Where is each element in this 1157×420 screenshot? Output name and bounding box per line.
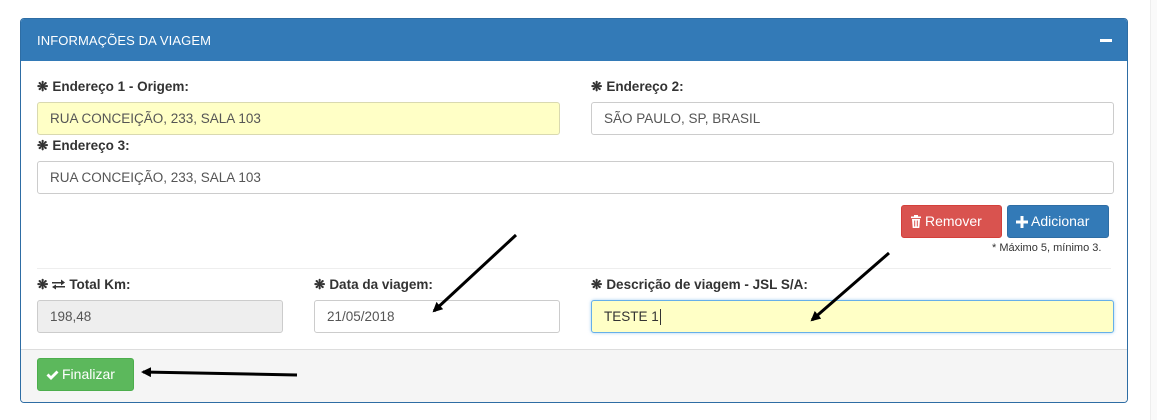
data-viagem-input[interactable]: 21/05/2018 xyxy=(314,300,560,333)
required-icon: ❋ xyxy=(37,138,49,153)
page-scrollbar[interactable] xyxy=(1150,0,1157,420)
required-icon: ❋ xyxy=(37,79,49,94)
adicionar-label: Adicionar xyxy=(1031,213,1090,229)
panel-footer: Finalizar xyxy=(21,349,1127,402)
descricao-value: TESTE 1 xyxy=(604,309,659,324)
descricao-label: ❋ Descrição de viagem - JSL S/A: xyxy=(591,277,808,292)
required-icon: ❋ xyxy=(314,277,326,292)
address-count-note: * Máximo 5, mínimo 3. xyxy=(992,242,1102,254)
endereco1-input[interactable]: RUA CONCEIÇÃO, 233, SALA 103 xyxy=(37,102,560,135)
section-divider xyxy=(37,268,1111,269)
trip-info-panel: INFORMAÇÕES DA VIAGEM ❋ Endereço 1 - Orig… xyxy=(20,18,1128,403)
plus-icon xyxy=(1016,216,1028,228)
panel-heading: INFORMAÇÕES DA VIAGEM xyxy=(21,19,1127,61)
endereco2-input[interactable]: SÃO PAULO, SP, BRASIL xyxy=(591,102,1114,135)
required-icon: ❋ xyxy=(591,79,603,94)
minus-icon[interactable] xyxy=(1099,33,1113,47)
endereco3-label: ❋ Endereço 3: xyxy=(37,138,130,153)
total-km-label: ❋ Total Km: xyxy=(37,277,131,292)
trash-icon xyxy=(911,215,921,228)
exchange-icon xyxy=(52,279,66,290)
remover-button[interactable]: Remover xyxy=(901,205,1002,238)
endereco2-label: ❋ Endereço 2: xyxy=(591,79,684,94)
required-icon: ❋ xyxy=(37,277,49,292)
endereco3-input[interactable]: RUA CONCEIÇÃO, 233, SALA 103 xyxy=(37,161,1114,194)
text-caret xyxy=(659,309,661,326)
descricao-input[interactable]: TESTE 1 xyxy=(591,300,1114,333)
data-viagem-label: ❋ Data da viagem: xyxy=(314,277,433,292)
finalizar-label: Finalizar xyxy=(62,366,115,382)
adicionar-button[interactable]: Adicionar xyxy=(1007,205,1109,238)
panel-title: INFORMAÇÕES DA VIAGEM xyxy=(37,33,212,48)
remover-label: Remover xyxy=(925,213,982,229)
check-icon xyxy=(46,370,59,380)
endereco1-label: ❋ Endereço 1 - Origem: xyxy=(37,79,189,94)
total-km-input: 198,48 xyxy=(37,300,283,333)
required-icon: ❋ xyxy=(591,277,603,292)
finalizar-button[interactable]: Finalizar xyxy=(37,358,134,391)
